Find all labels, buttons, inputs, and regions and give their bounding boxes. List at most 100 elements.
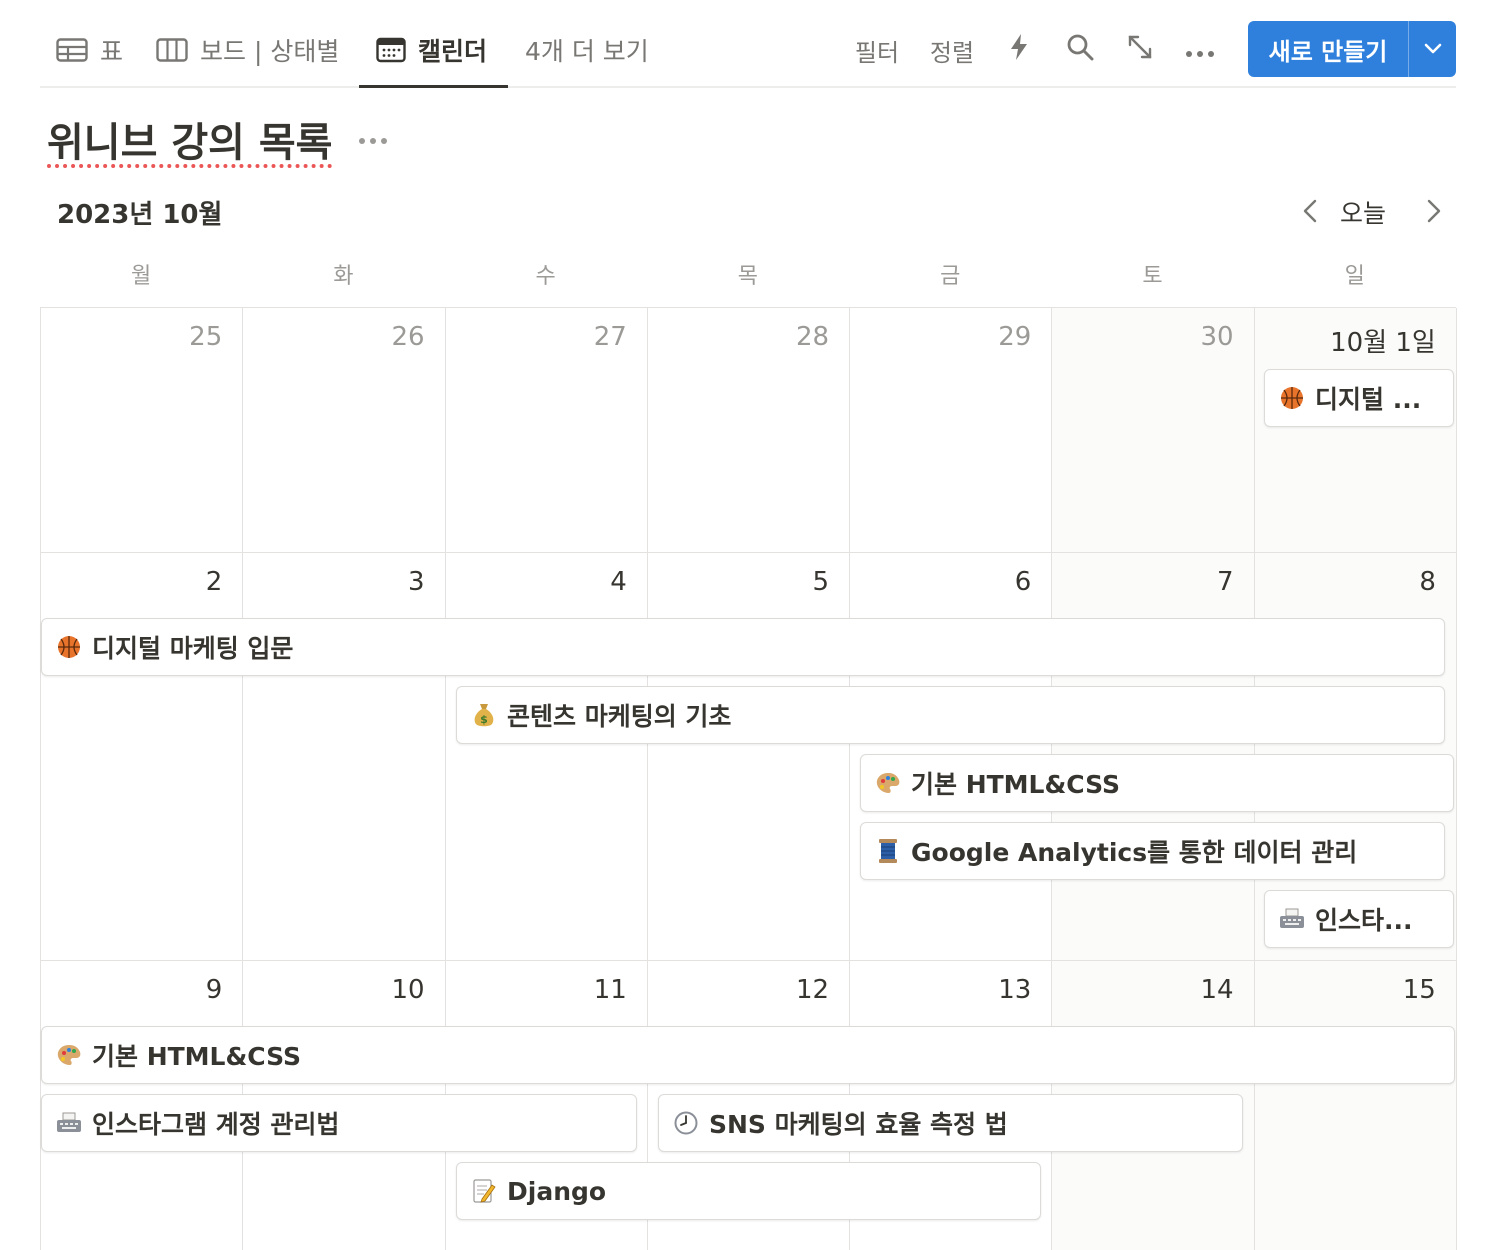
event-title: SNS 마케팅의 효율 측정 법 bbox=[709, 1110, 1008, 1139]
event-card[interactable]: 기본 HTML&CSS bbox=[41, 1026, 1455, 1084]
event-card[interactable]: 디지털 마케팅 입문 bbox=[41, 618, 1445, 676]
calendar-day-cell[interactable]: 3 bbox=[243, 553, 446, 961]
money-bag-icon: $ bbox=[471, 702, 497, 728]
basketball-icon bbox=[56, 634, 82, 660]
chevron-down-icon bbox=[1424, 40, 1442, 59]
day-number: 14 bbox=[1200, 975, 1234, 1005]
event-title: 기본 HTML&CSS bbox=[911, 770, 1120, 799]
month-label: 2023년 10월 bbox=[57, 200, 223, 230]
event-card[interactable]: Django bbox=[456, 1162, 1041, 1220]
day-number: 12 bbox=[795, 975, 830, 1005]
tab-label: 보드 | 상태별 bbox=[200, 37, 340, 66]
tab-calendar-view[interactable]: 캘린더 bbox=[376, 26, 487, 74]
calendar-day-cell[interactable]: 30 bbox=[1052, 308, 1255, 553]
filter-label: 필터 bbox=[854, 38, 900, 67]
filter-button[interactable]: 필터 bbox=[844, 26, 910, 74]
new-button-label: 새로 만들기 bbox=[1268, 37, 1388, 66]
event-card[interactable]: Google Analytics를 통한 데이터 관리 bbox=[860, 822, 1445, 880]
event-title: 인스타그램 계정 관리법 bbox=[92, 1110, 340, 1139]
day-number: 15 bbox=[1402, 975, 1436, 1005]
tab-label: 4개 더 보기 bbox=[525, 37, 649, 66]
day-number: 30 bbox=[1200, 322, 1234, 352]
tab-label: 표 bbox=[100, 37, 124, 66]
day-number: 10월 1일 bbox=[1330, 328, 1436, 358]
calendar-day-cell[interactable]: 2 bbox=[41, 553, 244, 961]
automation-button[interactable] bbox=[1002, 26, 1036, 74]
active-tab-indicator bbox=[359, 85, 508, 88]
calendar-day-cell[interactable]: 28 bbox=[647, 308, 851, 553]
calendar-day-cell[interactable]: 25 bbox=[41, 308, 244, 553]
calendar-icon bbox=[376, 37, 406, 63]
tab-table-view[interactable]: 표 bbox=[56, 26, 123, 74]
clock-icon bbox=[673, 1110, 699, 1136]
day-number: 3 bbox=[407, 567, 425, 597]
day-number: 9 bbox=[205, 975, 223, 1005]
search-icon bbox=[1066, 33, 1094, 67]
day-number: 10 bbox=[391, 975, 425, 1005]
today-button[interactable]: 오늘 bbox=[1340, 194, 1386, 230]
event-title: 콘텐츠 마케팅의 기초 bbox=[507, 702, 732, 731]
calendar-day-cell[interactable]: 10월 1일 bbox=[1254, 308, 1457, 553]
tab-board-view[interactable]: 보드 | 상태별 bbox=[156, 26, 339, 74]
event-title: Django bbox=[507, 1176, 607, 1206]
calendar-view-page: 표 보드 | 상태별 캘린더 4개 더 보기 필터 정렬 새로 만들기 위니브 … bbox=[0, 0, 1502, 1250]
memo-icon bbox=[471, 1178, 497, 1204]
chevron-left-icon bbox=[1303, 199, 1317, 227]
event-title: 디지털 마케팅 입문 bbox=[92, 634, 294, 663]
event-title: 디지털 ... bbox=[1315, 385, 1422, 414]
typewriter-icon bbox=[1279, 906, 1305, 932]
day-number: 29 bbox=[998, 322, 1032, 352]
day-number: 13 bbox=[998, 975, 1032, 1005]
new-button-dropdown[interactable] bbox=[1409, 21, 1456, 77]
day-number: 26 bbox=[391, 322, 425, 352]
more-icon bbox=[1185, 36, 1215, 64]
event-card[interactable]: 인스타그램 계정 관리법 bbox=[41, 1094, 637, 1152]
sort-label: 정렬 bbox=[929, 38, 975, 67]
calendar-day-cell[interactable]: 4 bbox=[445, 553, 648, 961]
weekday-label: 목 bbox=[737, 264, 759, 289]
event-card[interactable]: SNS 마케팅의 효율 측정 법 bbox=[658, 1094, 1243, 1152]
day-number: 7 bbox=[1217, 567, 1234, 597]
calendar-day-cell[interactable]: 27 bbox=[445, 308, 648, 553]
day-number: 28 bbox=[795, 322, 830, 352]
day-number: 2 bbox=[205, 567, 223, 597]
calendar-day-cell[interactable]: 5 bbox=[647, 553, 851, 961]
view-toolbar: 표 보드 | 상태별 캘린더 4개 더 보기 필터 정렬 새로 만들기 bbox=[40, 0, 1456, 88]
database-title[interactable]: 위니브 강의 목록 bbox=[47, 110, 332, 168]
more-options-button[interactable] bbox=[1180, 26, 1220, 74]
event-title: Google Analytics를 통한 데이터 관리 bbox=[911, 838, 1358, 867]
sort-button[interactable]: 정렬 bbox=[920, 26, 984, 74]
board-icon bbox=[156, 38, 188, 62]
previous-month-button[interactable] bbox=[1294, 196, 1326, 230]
calendar-day-cell[interactable]: 29 bbox=[850, 308, 1053, 553]
weekday-label: 일 bbox=[1344, 264, 1365, 289]
chevron-right-icon bbox=[1427, 199, 1441, 227]
event-title: 기본 HTML&CSS bbox=[92, 1042, 301, 1071]
day-number: 6 bbox=[1014, 567, 1032, 597]
event-card[interactable]: 인스타... bbox=[1264, 890, 1454, 948]
calendar-day-cell[interactable]: 15 bbox=[1254, 961, 1457, 1250]
weekday-header: 월 화 수 목 금 토 일 bbox=[40, 258, 1456, 298]
calendar-week: 25 26 27 28 29 30 10월 1일 bbox=[41, 308, 1457, 553]
event-card[interactable]: 디지털 ... bbox=[1264, 369, 1454, 427]
more-views-button[interactable]: 4개 더 보기 bbox=[525, 26, 649, 74]
basketball-icon bbox=[1279, 385, 1305, 411]
new-button-group: 새로 만들기 bbox=[1248, 21, 1456, 77]
title-more-button[interactable] bbox=[352, 124, 394, 154]
weekday-label: 화 bbox=[333, 264, 354, 289]
expand-icon bbox=[1127, 34, 1153, 66]
new-button[interactable]: 새로 만들기 bbox=[1248, 21, 1408, 77]
event-card[interactable]: 기본 HTML&CSS bbox=[860, 754, 1454, 812]
typewriter-icon bbox=[56, 1110, 82, 1136]
lightning-icon bbox=[1009, 33, 1029, 67]
day-number: 4 bbox=[610, 567, 627, 597]
expand-button[interactable] bbox=[1122, 26, 1158, 74]
next-month-button[interactable] bbox=[1418, 196, 1450, 230]
weekday-label: 금 bbox=[940, 264, 961, 289]
weekday-label: 월 bbox=[131, 264, 152, 289]
event-card[interactable]: $ 콘텐츠 마케팅의 기초 bbox=[456, 686, 1445, 744]
day-number: 8 bbox=[1419, 567, 1436, 597]
calendar-day-cell[interactable]: 26 bbox=[243, 308, 446, 553]
search-button[interactable] bbox=[1062, 26, 1098, 74]
thread-spool-icon bbox=[875, 838, 901, 864]
